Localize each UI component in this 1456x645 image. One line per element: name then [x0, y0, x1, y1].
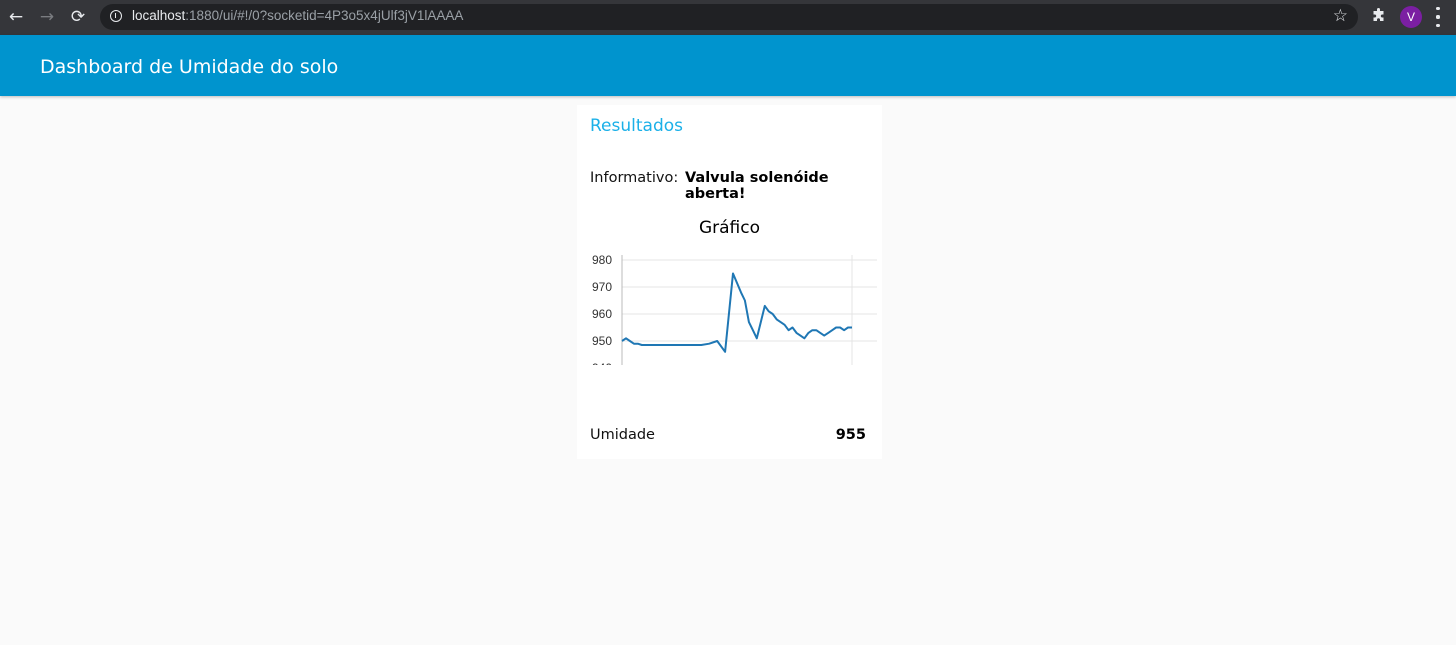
chart-title: Gráfico: [698, 218, 761, 238]
info-label: Informativo:: [590, 170, 679, 186]
address-bar[interactable]: localhost:1880/ui/#!/0?socketid=4P3o5x4j…: [100, 4, 1358, 30]
y-tick-label: 950: [592, 334, 612, 348]
extensions-puzzle-icon[interactable]: [1370, 7, 1388, 25]
browser-toolbar: ← → ⟳ localhost:1880/ui/#!/0?socketid=4P…: [0, 0, 1456, 35]
browser-menu-icon[interactable]: [1432, 7, 1444, 27]
url-host: localhost: [132, 8, 186, 23]
y-tick-label: 980: [592, 253, 612, 267]
reload-icon[interactable]: ⟳: [66, 6, 90, 28]
url-path: :1880/ui/#!/0?socketid=4P3o5x4jUlf3jV1lA…: [185, 8, 464, 23]
info-value: Valvula solenóide aberta!: [685, 170, 829, 202]
site-info-icon[interactable]: [110, 10, 122, 22]
y-tick-label: 940: [592, 361, 612, 365]
series-line: [621, 272, 852, 353]
bookmark-star-icon[interactable]: ☆: [1333, 6, 1348, 26]
forward-arrow-icon[interactable]: →: [35, 6, 59, 28]
url-text[interactable]: localhost:1880/ui/#!/0?socketid=4P3o5x4j…: [132, 8, 463, 23]
humidity-value: 955: [835, 427, 866, 443]
humidity-label: Umidade: [590, 427, 655, 443]
group-title: Resultados: [590, 116, 683, 136]
back-arrow-icon[interactable]: ←: [4, 6, 28, 28]
page-title: Dashboard de Umidade do solo: [40, 56, 339, 78]
y-tick-label: 970: [592, 280, 612, 294]
humidity-line-chart: 94095096097098023:55:3623:56:34: [592, 253, 877, 365]
dashboard-header: Dashboard de Umidade do solo: [0, 35, 1456, 96]
profile-avatar[interactable]: V: [1400, 6, 1422, 28]
y-tick-label: 960: [592, 307, 612, 321]
results-group-card: Resultados Informativo: Valvula solenóid…: [577, 105, 882, 459]
